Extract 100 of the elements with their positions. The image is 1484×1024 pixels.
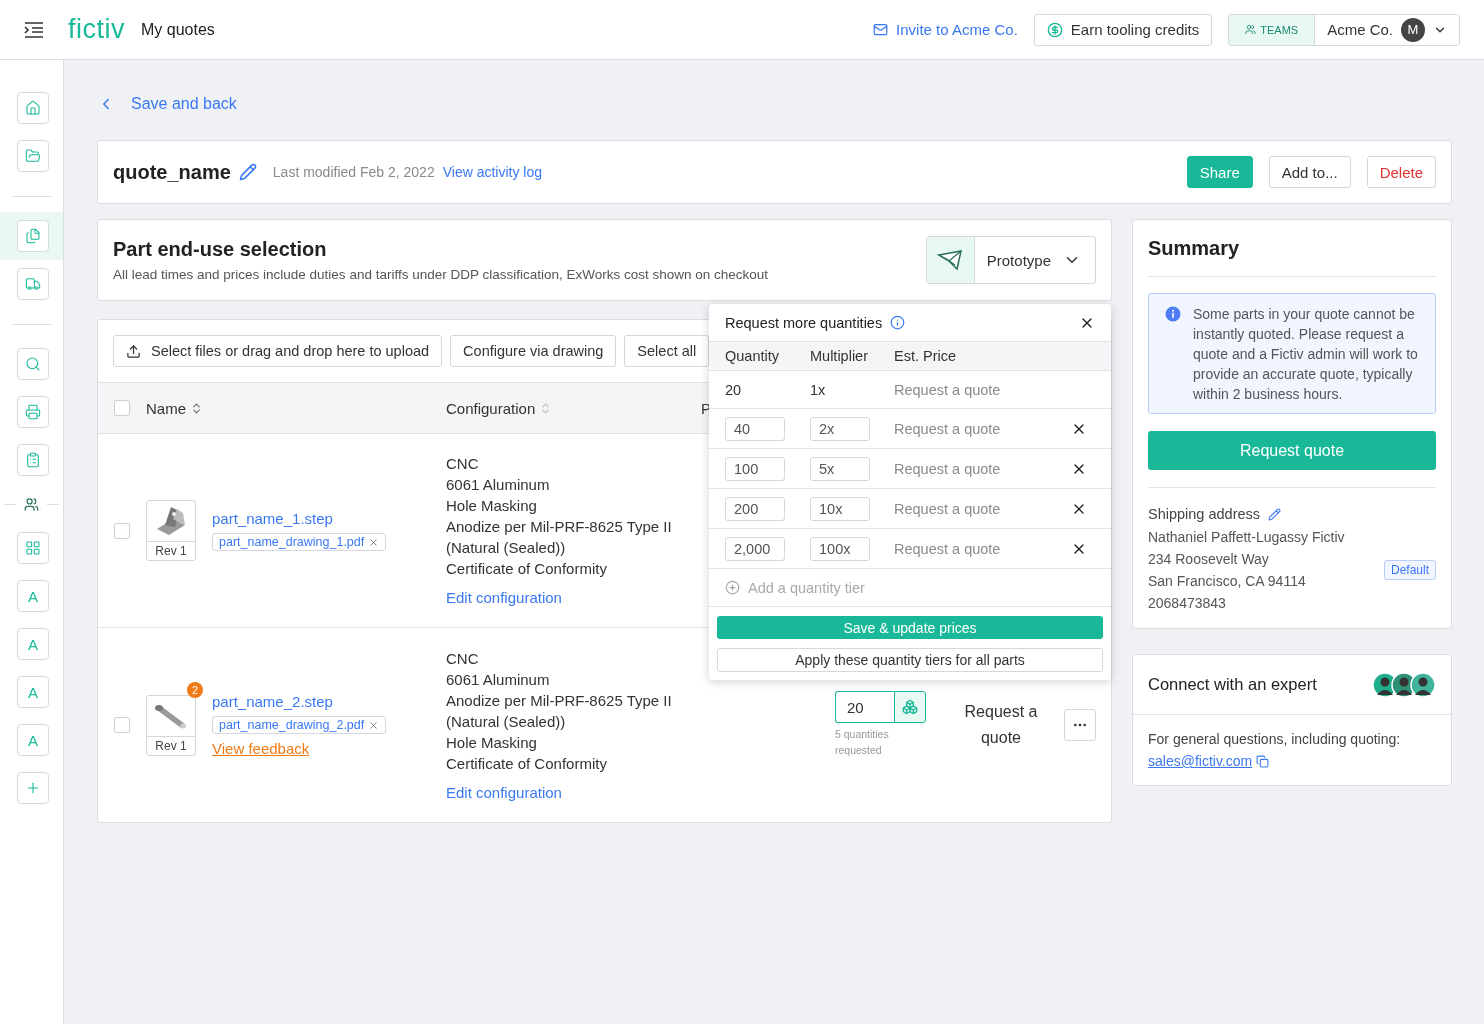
part-file-link[interactable]: part_name_1.step: [212, 510, 333, 527]
checkbox[interactable]: [114, 717, 130, 733]
column-header[interactable]: Name: [146, 399, 446, 417]
revision-label: Rev 1: [147, 735, 195, 755]
documents-icon: [25, 228, 41, 244]
remove-icon[interactable]: [368, 536, 380, 548]
count-badge: 2: [187, 681, 203, 698]
tier-price: Request a quote: [894, 381, 1002, 398]
request-quote-button[interactable]: Request quote: [1148, 431, 1436, 470]
sidebar-item[interactable]: A: [0, 716, 63, 764]
dollar-icon: [1046, 21, 1063, 38]
feedback-link[interactable]: View feedback: [212, 740, 310, 757]
sidebar-item[interactable]: A: [0, 572, 63, 620]
add-tier-button[interactable]: Add a quantity tier: [709, 569, 1111, 607]
tier-multiplier: 1x: [810, 381, 827, 398]
quantity-input[interactable]: 40: [725, 416, 785, 441]
edit-configuration-link[interactable]: Edit configuration: [446, 783, 562, 801]
configuration-line: 6061 Aluminum: [446, 476, 550, 493]
workspace-button[interactable]: A: [17, 628, 49, 660]
teams-badge: TEAMS: [1229, 14, 1316, 45]
address-line: Nathaniel Paffett-Lugassy Fictiv: [1148, 528, 1345, 546]
drawing-chip[interactable]: part_name_drawing_2.pdf: [212, 716, 387, 734]
price-text: Request a quote: [963, 702, 1039, 748]
more-button[interactable]: [1064, 709, 1096, 741]
multiplier-input[interactable]: 2x: [810, 416, 870, 441]
configuration-line: Certificate of Conformity: [446, 560, 607, 577]
configuration-line: Certificate of Conformity: [446, 754, 607, 772]
printer-icon: [25, 404, 41, 420]
drawing-chip[interactable]: part_name_drawing_1.pdf: [212, 533, 387, 551]
menu-icon[interactable]: [24, 21, 44, 38]
edit-icon[interactable]: [1268, 507, 1282, 521]
upload-icon: [126, 343, 141, 359]
summary-title: Summary: [1148, 237, 1241, 260]
sidebar-item[interactable]: A: [0, 620, 63, 668]
checkbox[interactable]: [114, 522, 130, 539]
configuration-line: 6061 Aluminum: [446, 670, 550, 688]
page-title: My quotes: [141, 20, 215, 39]
column-header: Est. Price: [894, 348, 958, 364]
remove-icon[interactable]: [368, 719, 380, 731]
configuration-line: CNC: [446, 649, 479, 667]
checkbox[interactable]: [114, 400, 130, 416]
quote-name: quote_name: [113, 160, 231, 184]
copy-icon[interactable]: [1256, 754, 1270, 768]
action-button[interactable]: Delete: [1366, 156, 1436, 188]
configuration-line: (Natural (Sealed)): [446, 539, 566, 556]
truck-icon: [25, 276, 41, 292]
invite-link[interactable]: Invite to Acme Co.: [873, 21, 1018, 38]
edit-icon[interactable]: [238, 163, 257, 181]
team-icon: [24, 496, 39, 512]
workspace-button[interactable]: A: [17, 676, 49, 708]
multiplier-input[interactable]: 5x: [810, 456, 870, 481]
edit-configuration-link[interactable]: Edit configuration: [446, 589, 562, 606]
configuration-line: CNC: [446, 455, 479, 472]
upload-button[interactable]: Select files or drag and drop here to upload: [113, 335, 443, 367]
column-header[interactable]: Configuration: [446, 399, 701, 417]
workspace-button[interactable]: A: [17, 724, 49, 756]
save-button[interactable]: Save & update prices: [717, 616, 1103, 639]
sidebar-item[interactable]: [0, 212, 63, 260]
back-link[interactable]: Save and back: [97, 90, 1452, 118]
tier-price: Request a quote: [894, 540, 1002, 557]
avatar: M: [1401, 17, 1425, 42]
column-header: Quantity: [725, 348, 780, 364]
logo: fictiv: [68, 14, 125, 45]
multiplier-input[interactable]: 10x: [810, 496, 870, 521]
sidebar-item[interactable]: A: [0, 668, 63, 716]
apply-all-button[interactable]: Apply these quantity tiers for all parts: [717, 648, 1103, 672]
paper-plane-icon: [937, 249, 964, 271]
expert-avatars-drawing: [1372, 671, 1436, 698]
last-modified: Last modified Feb 2, 2022: [272, 164, 435, 180]
info-icon: [890, 315, 906, 330]
toolbar-button[interactable]: Configure via drawing: [450, 335, 617, 367]
quantities-button[interactable]: [894, 691, 926, 724]
part-file-link[interactable]: part_name_2.step: [212, 693, 333, 710]
credits-button[interactable]: Earn tooling credits: [1033, 13, 1213, 46]
section-subtitle: All lead times and prices include duties and tariffs under DDP classification, ExWorks cost shown on checkout: [113, 267, 770, 282]
action-button[interactable]: Share: [1186, 156, 1253, 188]
tier-price: Request a quote: [894, 500, 1002, 517]
expert-text: For general questions, including quoting:: [1148, 731, 1402, 747]
tier-quantity: 20: [725, 381, 743, 398]
section-title: Part end-use selection: [113, 238, 328, 261]
action-button[interactable]: Add to...: [1268, 156, 1351, 188]
workspace-button[interactable]: A: [17, 580, 49, 612]
home-icon: [25, 100, 41, 116]
email-link[interactable]: sales@fictiv.com: [1148, 753, 1253, 769]
boxes-icon: [902, 699, 918, 716]
quantity-input[interactable]: 100: [725, 456, 785, 481]
end-use-dropdown[interactable]: Prototype: [925, 236, 1096, 284]
multiplier-input[interactable]: 100x: [810, 536, 870, 561]
quantity-input[interactable]: 200: [725, 496, 785, 521]
info-icon: [1165, 306, 1181, 322]
quantity-field[interactable]: 20: [835, 691, 894, 724]
grid-icon: [25, 540, 41, 556]
address-line: 234 Roosevelt Way: [1148, 550, 1270, 568]
popover-title: Request more quantities: [725, 314, 883, 331]
toolbar-button[interactable]: Select all: [624, 335, 710, 367]
quantity-note: 5 quantities requested: [835, 727, 890, 758]
configuration-line: Anodize per Mil-PRF-8625 Type II: [446, 691, 672, 709]
default-badge: Default: [1383, 560, 1436, 580]
quantity-input[interactable]: 2,000: [725, 536, 785, 561]
activity-log-link[interactable]: View activity log: [442, 164, 543, 180]
